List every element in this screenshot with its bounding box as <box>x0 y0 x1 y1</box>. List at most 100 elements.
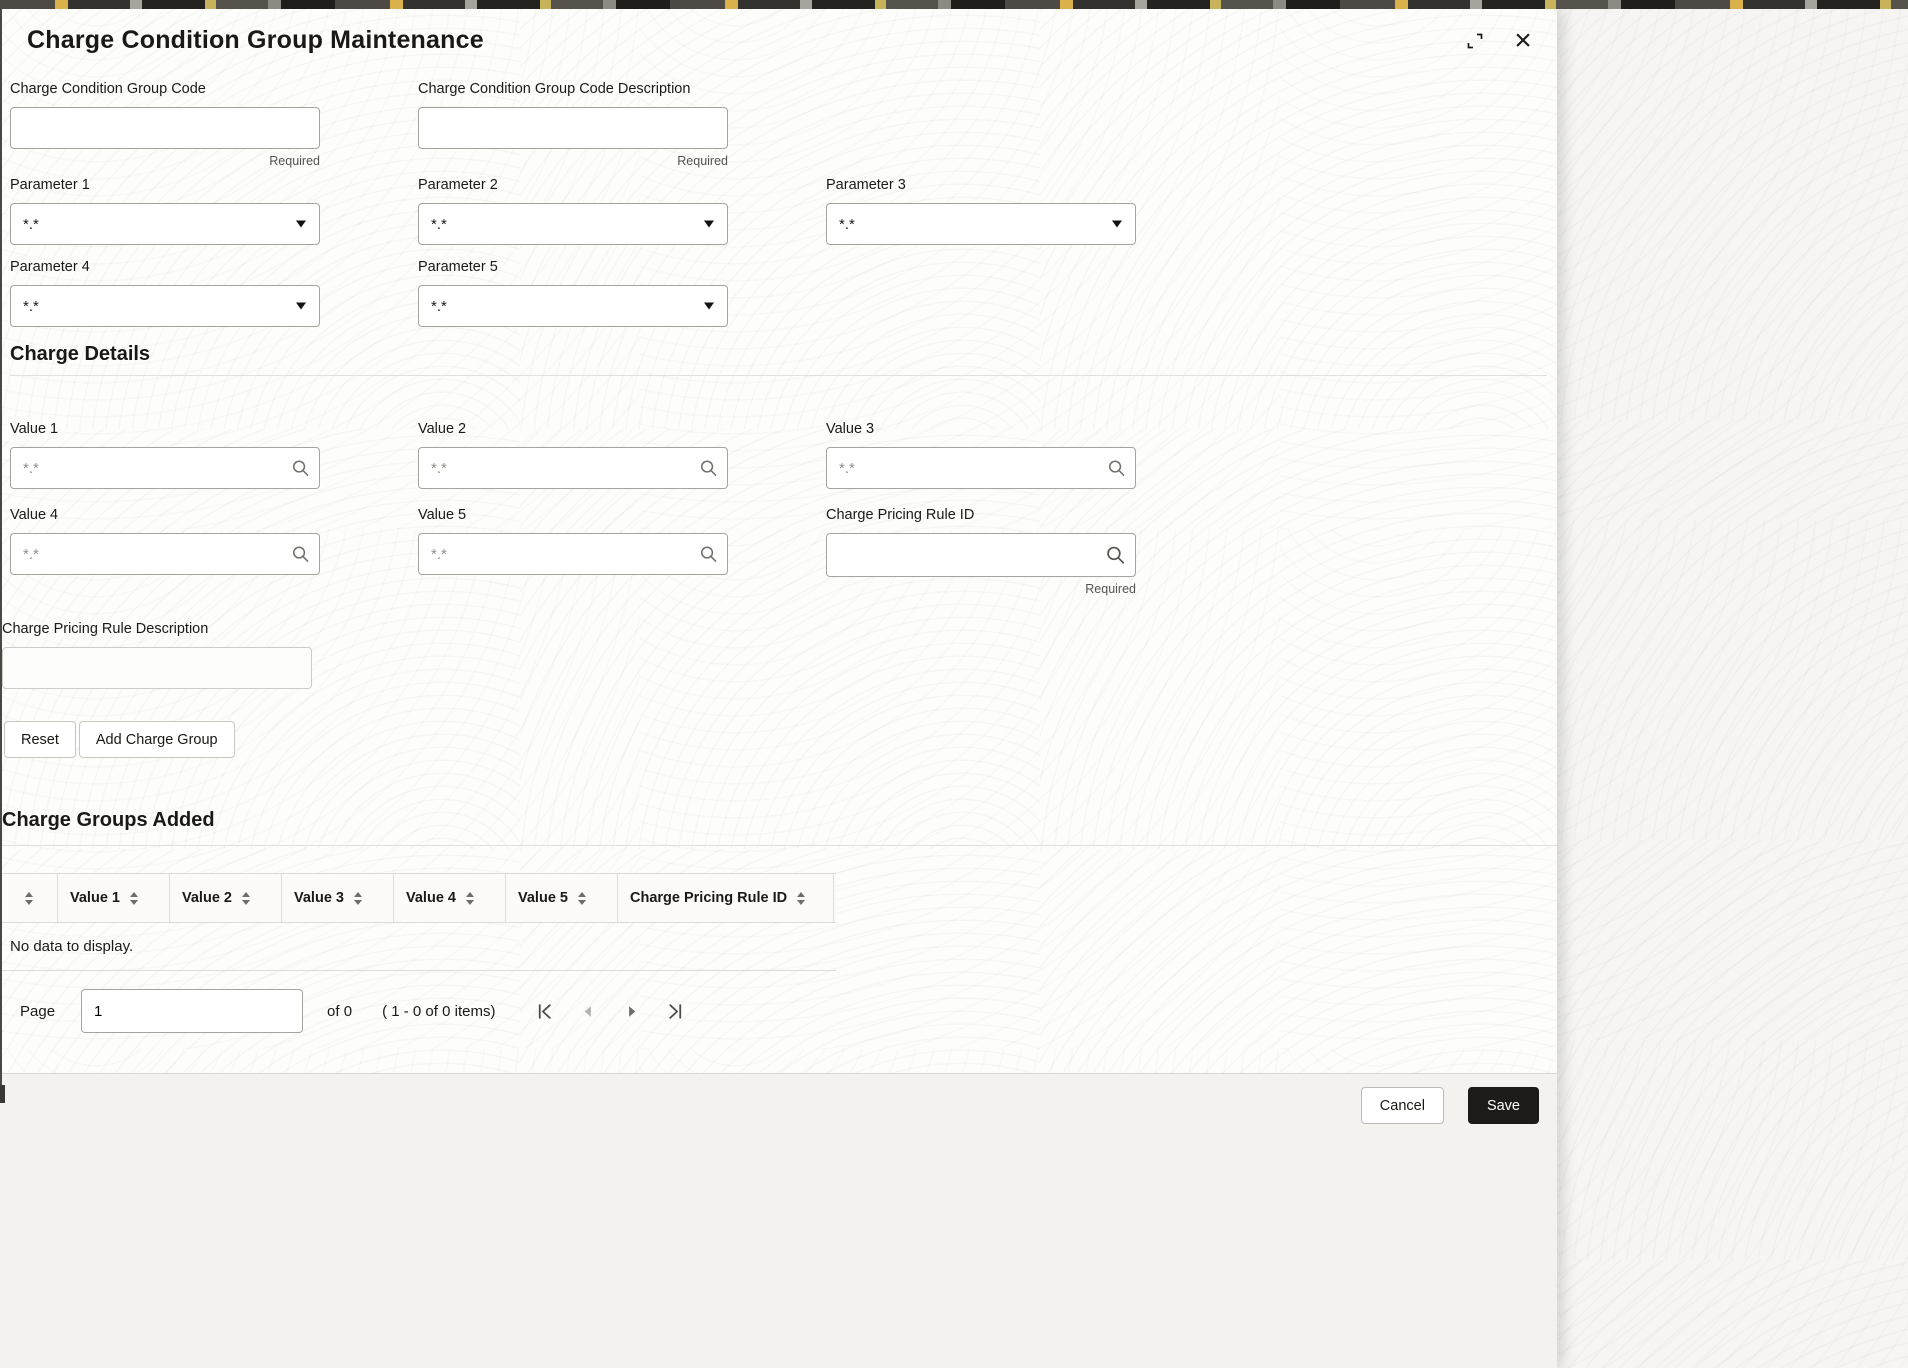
group-code-required-hint: Required <box>269 154 320 168</box>
charge-condition-group-maintenance-dialog: Charge Condition Group Maintenance × Cha… <box>0 9 1557 1368</box>
parameter-3-select[interactable]: *.* <box>826 203 1136 245</box>
group-code-row: Charge Condition Group Code Required Cha… <box>10 81 1557 171</box>
sort-icon <box>24 891 33 905</box>
parameters-row-2: Parameter 4 *.* Parameter 5 *.* <box>10 259 1557 327</box>
parameter-3-value: *.* <box>839 215 855 233</box>
value-5-label: Value 5 <box>418 507 467 523</box>
save-button[interactable]: Save <box>1467 1087 1539 1124</box>
parameter-2-select[interactable]: *.* <box>418 203 728 245</box>
form-actions: Reset Add Charge Group <box>4 721 1557 758</box>
sort-icon <box>129 891 138 905</box>
charge-pricing-rule-id-required-hint: Required <box>1085 582 1136 596</box>
values-row-1: Value 1 Value 2 Value 3 <box>10 421 1557 489</box>
field-value-2: Value 2 <box>418 421 728 489</box>
field-charge-pricing-rule-description: Charge Pricing Rule Description <box>2 621 312 689</box>
sort-icon <box>577 891 586 905</box>
field-group-description: Charge Condition Group Code Description … <box>418 81 728 171</box>
field-parameter-3: Parameter 3 *.* <box>826 177 1136 245</box>
value-2-input[interactable] <box>418 447 728 489</box>
chevron-down-icon <box>296 302 306 310</box>
chevron-down-icon <box>296 220 306 228</box>
chevron-down-icon <box>704 220 714 228</box>
charge-pricing-rule-description-label: Charge Pricing Rule Description <box>2 621 209 637</box>
last-page-icon[interactable] <box>666 1002 685 1021</box>
column-header-value-1[interactable]: Value 1 <box>58 874 170 922</box>
previous-page-icon[interactable] <box>580 1003 597 1020</box>
page-left-edge <box>0 9 2 1101</box>
items-range-text: ( 1 - 0 of 0 items) <box>382 1002 496 1020</box>
parameter-3-label: Parameter 3 <box>826 177 906 193</box>
charge-details-heading: Charge Details <box>10 343 151 365</box>
field-value-3: Value 3 <box>826 421 1136 489</box>
reset-button[interactable]: Reset <box>4 721 76 758</box>
empty-table-text: No data to display. <box>10 938 134 955</box>
value-4-label: Value 4 <box>10 507 59 523</box>
parameter-4-select[interactable]: *.* <box>10 285 320 327</box>
column-header-value-5[interactable]: Value 5 <box>506 874 618 922</box>
value-4-input[interactable] <box>10 533 320 575</box>
column-header-value-3[interactable]: Value 3 <box>282 874 394 922</box>
resize-icon[interactable] <box>1463 29 1487 53</box>
sort-icon <box>797 891 806 905</box>
page-input[interactable] <box>81 989 304 1033</box>
field-value-1: Value 1 <box>10 421 320 489</box>
search-icon[interactable] <box>291 459 310 478</box>
page-label: Page <box>20 1002 56 1020</box>
field-parameter-2: Parameter 2 *.* <box>418 177 728 245</box>
charge-pricing-rule-id-input[interactable] <box>826 533 1136 577</box>
search-icon[interactable] <box>291 545 310 564</box>
charge-groups-table: Value 1 Value 2 Value 3 Value 4 Value 5 <box>0 873 836 971</box>
field-value-4: Value 4 <box>10 507 320 599</box>
value-3-input[interactable] <box>826 447 1136 489</box>
field-parameter-5: Parameter 5 *.* <box>418 259 728 327</box>
field-parameter-4: Parameter 4 *.* <box>10 259 320 327</box>
value-1-input[interactable] <box>10 447 320 489</box>
value-3-label: Value 3 <box>826 421 875 437</box>
column-header-value-2[interactable]: Value 2 <box>170 874 282 922</box>
value-5-input[interactable] <box>418 533 728 575</box>
parameter-1-label: Parameter 1 <box>10 177 90 193</box>
charge-groups-added-heading: Charge Groups Added <box>2 809 215 831</box>
search-icon[interactable] <box>1107 459 1126 478</box>
column-header-value-4[interactable]: Value 4 <box>394 874 506 922</box>
sort-icon <box>465 891 474 905</box>
table-empty-row: No data to display. <box>0 923 836 971</box>
close-icon[interactable]: × <box>1511 25 1535 55</box>
field-charge-pricing-rule-id: Charge Pricing Rule ID Required <box>826 507 1136 599</box>
search-icon[interactable] <box>699 545 718 564</box>
values-row-2: Value 4 Value 5 Charge Prici <box>10 507 1557 599</box>
next-page-icon[interactable] <box>623 1003 640 1020</box>
parameter-2-value: *.* <box>431 215 447 233</box>
value-1-label: Value 1 <box>10 421 59 437</box>
value-2-label: Value 2 <box>418 421 467 437</box>
search-icon[interactable] <box>1105 545 1126 566</box>
cancel-button[interactable]: Cancel <box>1360 1087 1444 1124</box>
parameter-5-label: Parameter 5 <box>418 259 498 275</box>
field-parameter-1: Parameter 1 *.* <box>10 177 320 245</box>
parameter-1-select[interactable]: *.* <box>10 203 320 245</box>
column-header-selector[interactable] <box>0 874 58 922</box>
group-description-input[interactable] <box>418 107 728 149</box>
page-of-text: of 0 <box>327 1002 353 1020</box>
search-icon[interactable] <box>699 459 718 478</box>
decorative-banner <box>0 0 1908 9</box>
parameter-5-value: *.* <box>431 297 447 315</box>
parameter-4-value: *.* <box>23 297 39 315</box>
dialog-header: Charge Condition Group Maintenance × <box>0 9 1557 63</box>
sort-icon <box>241 891 250 905</box>
group-description-required-hint: Required <box>677 154 728 168</box>
page-title: Charge Condition Group Maintenance <box>27 26 484 54</box>
charge-pricing-rule-description-input[interactable] <box>2 647 312 689</box>
charge-details-divider <box>10 375 1547 376</box>
parameter-1-value: *.* <box>23 215 39 233</box>
column-header-charge-pricing-rule-id[interactable]: Charge Pricing Rule ID <box>618 874 834 922</box>
parameter-5-select[interactable]: *.* <box>418 285 728 327</box>
group-code-label: Charge Condition Group Code <box>10 81 206 97</box>
field-value-5: Value 5 <box>418 507 728 599</box>
group-code-input[interactable] <box>10 107 320 149</box>
add-charge-group-button[interactable]: Add Charge Group <box>78 721 235 758</box>
first-page-icon[interactable] <box>535 1002 554 1021</box>
dialog-content: Charge Condition Group Maintenance × Cha… <box>0 9 1557 1073</box>
table-header-row: Value 1 Value 2 Value 3 Value 4 Value 5 <box>0 873 836 923</box>
chevron-down-icon <box>1112 220 1122 228</box>
